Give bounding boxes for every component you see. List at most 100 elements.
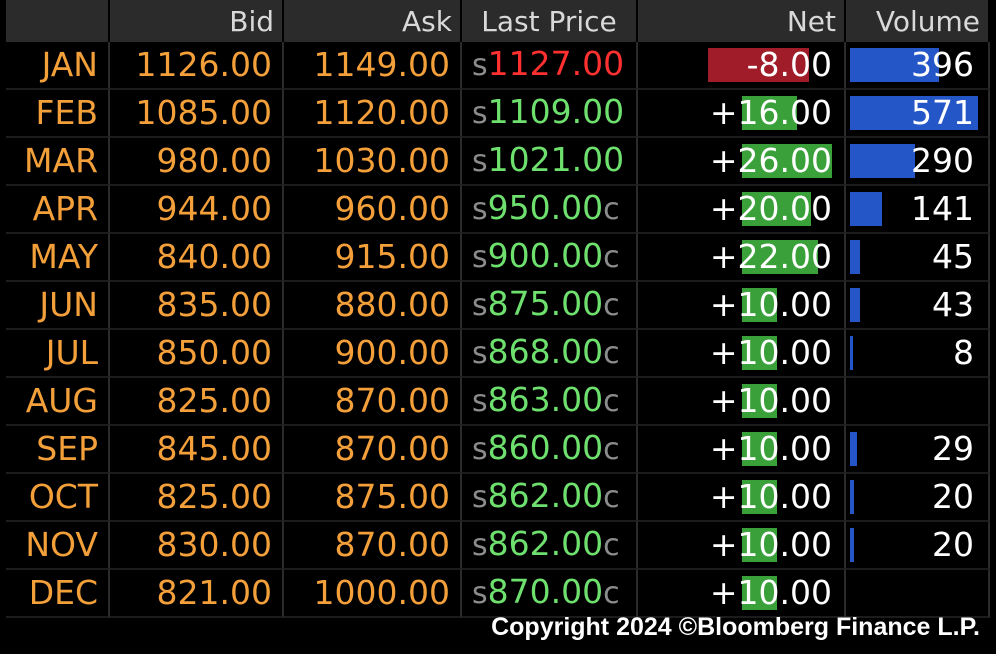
volume-cell	[846, 378, 990, 426]
settle-prefix: s	[472, 480, 488, 515]
table-row[interactable]: MAR 980.00 1030.00 s1021.00 +26.00 290	[6, 138, 990, 186]
last-price-cell: s868.00c	[462, 330, 638, 378]
contract-month: MAY	[6, 234, 110, 282]
contract-month: APR	[6, 186, 110, 234]
copyright-footer: Copyright 2024 ©Bloomberg Finance L.P.	[0, 604, 996, 650]
net-change-value: +16.00	[709, 93, 832, 132]
futures-quote-screen: Bid Ask Last Price Net Volume JAN 1126.00…	[0, 0, 996, 654]
volume-value: 20	[932, 525, 974, 564]
volume-cell: 43	[846, 282, 990, 330]
table-body: JAN 1126.00 1149.00 s1127.00 -8.00 396 FEB 1085…	[6, 42, 990, 618]
contract-month: OCT	[6, 474, 110, 522]
net-change-cell: +10.00	[638, 330, 846, 378]
net-change-value: -8.00	[746, 45, 832, 84]
net-change-cell: +22.00	[638, 234, 846, 282]
table-row[interactable]: SEP 845.00 870.00 s860.00c +10.00 29	[6, 426, 990, 474]
column-header-net[interactable]: Net	[638, 0, 846, 42]
close-suffix: c	[603, 384, 620, 419]
ask-price: 870.00	[284, 522, 462, 570]
last-price-cell: s862.00c	[462, 474, 638, 522]
ask-price: 880.00	[284, 282, 462, 330]
bid-price: 980.00	[110, 138, 284, 186]
table-row[interactable]: AUG 825.00 870.00 s863.00c +10.00	[6, 378, 990, 426]
net-change-value: +10.00	[709, 525, 832, 564]
settle-prefix: s	[472, 48, 488, 83]
ask-price: 1149.00	[284, 42, 462, 90]
settle-prefix: s	[472, 240, 488, 275]
net-change-cell: +20.00	[638, 186, 846, 234]
ask-price: 875.00	[284, 474, 462, 522]
volume-cell: 290	[846, 138, 990, 186]
last-price: 860.00	[487, 428, 604, 467]
volume-cell: 20	[846, 522, 990, 570]
table-row[interactable]: JUN 835.00 880.00 s875.00c +10.00 43	[6, 282, 990, 330]
volume-cell: 141	[846, 186, 990, 234]
futures-quote-table: Bid Ask Last Price Net Volume JAN 1126.00…	[6, 0, 990, 618]
bid-price: 845.00	[110, 426, 284, 474]
settle-prefix: s	[472, 192, 488, 227]
volume-cell: 29	[846, 426, 990, 474]
close-suffix: c	[603, 288, 620, 323]
net-change-cell: +10.00	[638, 426, 846, 474]
bid-price: 1126.00	[110, 42, 284, 90]
table-row[interactable]: JAN 1126.00 1149.00 s1127.00 -8.00 396	[6, 42, 990, 90]
column-header-ask[interactable]: Ask	[284, 0, 462, 42]
settle-prefix: s	[472, 432, 488, 467]
net-change-cell: +10.00	[638, 522, 846, 570]
ask-price: 870.00	[284, 426, 462, 474]
volume-cell: 8	[846, 330, 990, 378]
net-change-value: +10.00	[709, 285, 832, 324]
last-price: 862.00	[487, 476, 604, 515]
volume-cell: 20	[846, 474, 990, 522]
close-suffix: c	[603, 240, 620, 275]
last-price-cell: s1109.00	[462, 90, 638, 138]
ask-price: 1120.00	[284, 90, 462, 138]
table-row[interactable]: JUL 850.00 900.00 s868.00c +10.00 8	[6, 330, 990, 378]
last-price: 875.00	[487, 284, 604, 323]
net-change-cell: +16.00	[638, 90, 846, 138]
copyright-text: Copyright 2024 ©Bloomberg Finance L.P.	[491, 613, 980, 641]
close-suffix: c	[603, 432, 620, 467]
settle-prefix: s	[472, 96, 488, 131]
volume-value: 20	[932, 477, 974, 516]
last-price-cell: s1127.00	[462, 42, 638, 90]
table-row[interactable]: OCT 825.00 875.00 s862.00c +10.00 20	[6, 474, 990, 522]
column-header-month[interactable]	[6, 0, 110, 42]
last-price: 950.00	[487, 188, 604, 227]
bid-price: 835.00	[110, 282, 284, 330]
last-price: 1109.00	[487, 92, 625, 131]
contract-month: JUL	[6, 330, 110, 378]
contract-month: SEP	[6, 426, 110, 474]
volume-cell: 396	[846, 42, 990, 90]
column-header-last-price[interactable]: Last Price	[462, 0, 638, 42]
contract-month: FEB	[6, 90, 110, 138]
bid-price: 825.00	[110, 378, 284, 426]
bid-price: 840.00	[110, 234, 284, 282]
net-change-value: +10.00	[709, 381, 832, 420]
bid-price: 850.00	[110, 330, 284, 378]
close-suffix: c	[603, 192, 620, 227]
last-price: 868.00	[487, 332, 604, 371]
column-header-bid[interactable]: Bid	[110, 0, 284, 42]
last-price-cell: s1021.00	[462, 138, 638, 186]
last-price: 1021.00	[487, 140, 625, 179]
last-price: 863.00	[487, 380, 604, 419]
ask-price: 900.00	[284, 330, 462, 378]
volume-value: 45	[932, 237, 974, 276]
table-row[interactable]: NOV 830.00 870.00 s862.00c +10.00 20	[6, 522, 990, 570]
table-row[interactable]: MAY 840.00 915.00 s900.00c +22.00 45	[6, 234, 990, 282]
volume-value: 29	[932, 429, 974, 468]
volume-cell: 45	[846, 234, 990, 282]
ask-price: 1030.00	[284, 138, 462, 186]
table-row[interactable]: APR 944.00 960.00 s950.00c +20.00 141	[6, 186, 990, 234]
settle-prefix: s	[472, 336, 488, 371]
ask-price: 870.00	[284, 378, 462, 426]
contract-month: MAR	[6, 138, 110, 186]
contract-month: JAN	[6, 42, 110, 90]
contract-month: NOV	[6, 522, 110, 570]
column-header-volume[interactable]: Volume	[846, 0, 990, 42]
last-price: 862.00	[487, 524, 604, 563]
volume-value: 396	[911, 45, 974, 84]
contract-month: JUN	[6, 282, 110, 330]
table-row[interactable]: FEB 1085.00 1120.00 s1109.00 +16.00 571	[6, 90, 990, 138]
